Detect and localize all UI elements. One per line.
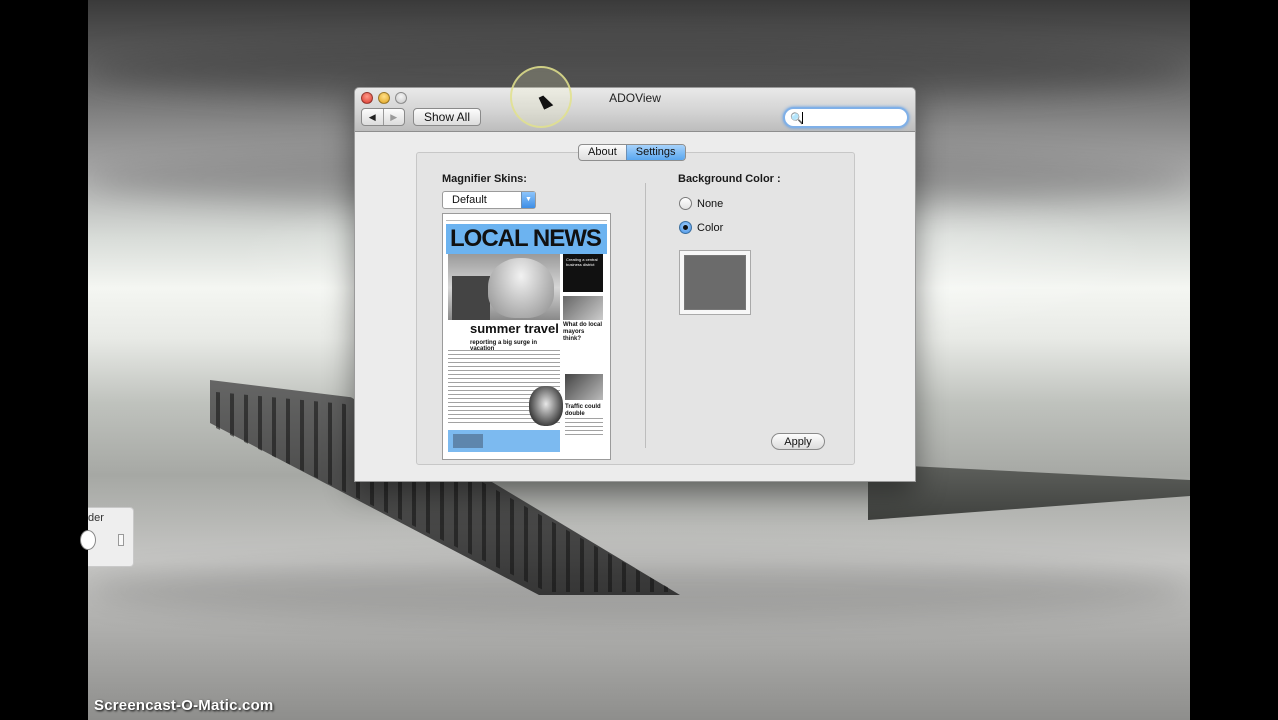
selected-skin: Default: [452, 194, 487, 206]
back-forward-control: ◀ ▶: [361, 108, 405, 126]
preview-headline: LOCAL NEWS: [446, 224, 607, 254]
knob-control[interactable]: [80, 530, 96, 550]
magnifier-skins-label: Magnifier Skins:: [442, 173, 527, 185]
radio-color[interactable]: Color: [679, 221, 723, 234]
chevron-down-icon: ▼: [521, 192, 535, 208]
screencast-watermark: Screencast-O-Matic.com: [94, 697, 274, 714]
tab-bar: About Settings: [578, 144, 686, 161]
preview-side-caption-1: What do local mayors think?: [563, 322, 602, 342]
preview-side-box: Creating a central business district: [563, 254, 603, 292]
radio-button-none[interactable]: [679, 197, 692, 210]
radio-color-label: Color: [697, 221, 724, 234]
slider-slot[interactable]: [118, 534, 124, 546]
back-button[interactable]: ◀: [362, 109, 383, 125]
preview-banner: summer travel: [448, 320, 560, 338]
color-swatch: [684, 255, 746, 310]
radio-none[interactable]: None: [679, 197, 723, 210]
text-caret: [802, 112, 803, 124]
right-arrow-icon: ▶: [390, 111, 398, 122]
preferences-window: ADOView ◀ ▶ Show All 🔍 About Settings Ma…: [354, 87, 916, 482]
title-bar[interactable]: ADOView ◀ ▶ Show All 🔍: [355, 88, 915, 132]
left-arrow-icon: ◀: [368, 111, 376, 122]
tab-settings[interactable]: Settings: [625, 145, 685, 160]
show-all-button[interactable]: Show All: [413, 108, 481, 126]
radio-button-color[interactable]: [679, 221, 692, 234]
search-field[interactable]: 🔍: [783, 107, 909, 128]
color-swatch-well[interactable]: [679, 250, 751, 315]
letterbox-left: [0, 0, 88, 720]
tab-about[interactable]: About: [579, 145, 626, 160]
preview-portrait: [529, 386, 563, 426]
background-app-panel: der: [80, 507, 134, 567]
window-title: ADOView: [609, 91, 661, 105]
shore-image: [868, 464, 1190, 520]
background-color-label: Background Color :: [678, 173, 781, 185]
apply-button[interactable]: Apply: [771, 433, 825, 450]
radio-none-label: None: [697, 197, 724, 210]
forward-button[interactable]: ▶: [382, 109, 405, 125]
skin-preview-image: LOCAL NEWS Creating a central business d…: [442, 213, 611, 460]
column-divider: [645, 183, 646, 448]
letterbox-right: [1190, 0, 1278, 720]
side-panel-label: der: [88, 512, 104, 524]
magnifier-skin-select[interactable]: Default ▼: [442, 191, 536, 209]
preview-side-caption-2: Traffic could double: [565, 404, 601, 417]
